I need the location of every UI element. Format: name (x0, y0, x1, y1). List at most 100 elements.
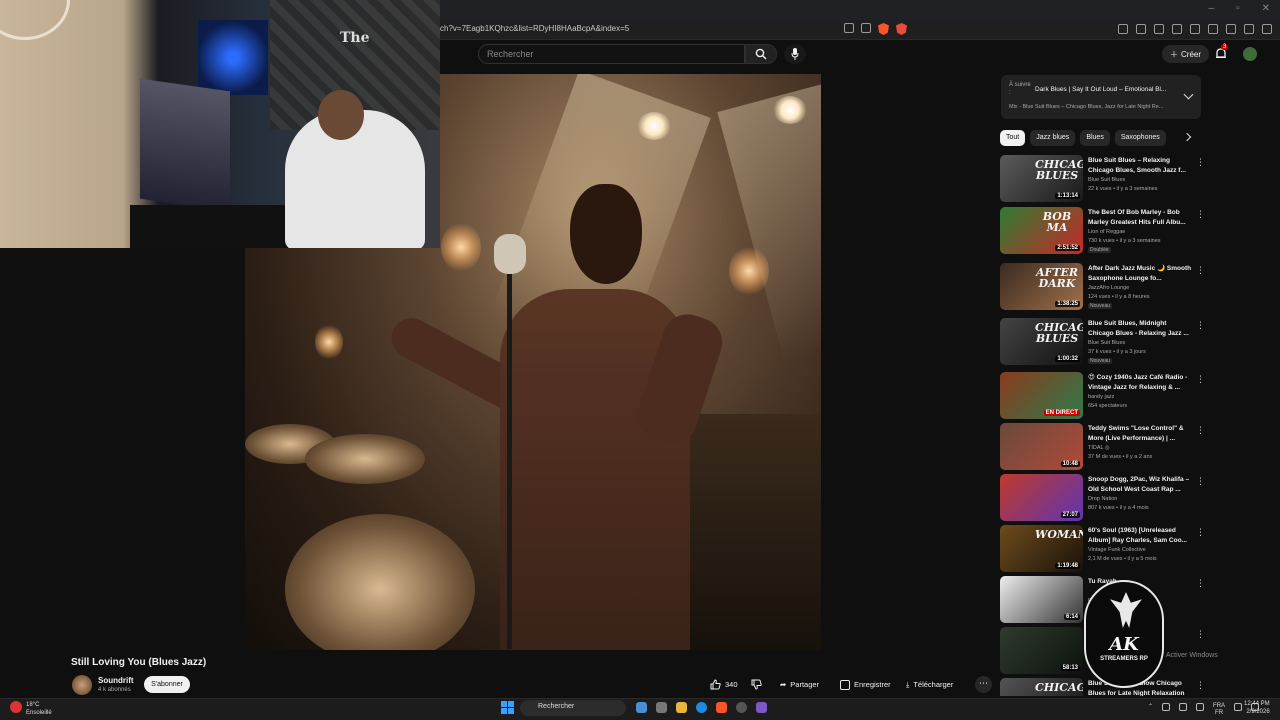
extension-icon[interactable] (1118, 24, 1128, 34)
chip-saxophones[interactable]: Saxophones (1114, 130, 1166, 146)
more-vert-icon[interactable]: ⋮ (1196, 374, 1205, 385)
address-bar[interactable]: ch?v=7Eagb1KQhzc&list=RDyHI8HAaBcpA&inde… (440, 20, 1280, 40)
video-thumbnail[interactable]: CHICAGO (1000, 678, 1083, 696)
obs-icon[interactable] (736, 702, 747, 713)
more-vert-icon[interactable]: ⋮ (1196, 629, 1205, 640)
recommendation-item[interactable]: 27:07 Snoop Dogg, 2Pac, Wiz Khalifa – Old… (1000, 474, 1205, 522)
shield-icon[interactable] (1244, 24, 1254, 34)
minimize-icon[interactable]: – (1209, 3, 1215, 14)
more-vert-icon[interactable]: ⋮ (1196, 209, 1205, 220)
video-thumbnail[interactable]: 6:14 (1000, 576, 1083, 623)
recommendation-item[interactable]: CHICAGO BLUES 1:13:14 Blue Suit Blues – Re… (1000, 155, 1205, 203)
clock[interactable]: 12:44 PM 2/9/2026 (1244, 700, 1270, 716)
maximize-icon[interactable]: ▫ (1236, 3, 1240, 14)
tab-icon[interactable] (1190, 24, 1200, 34)
recommendation-title[interactable]: 😍 Cozy 1940s Jazz Café Radio - Vintage J… (1088, 373, 1192, 393)
like-button[interactable]: 340 (710, 676, 738, 693)
sidebar-icon[interactable] (1172, 24, 1182, 34)
weather-widget[interactable]: 18°C Ensoleillé (26, 701, 52, 717)
search-button[interactable] (745, 44, 777, 64)
more-vert-icon[interactable]: ⋮ (1196, 265, 1205, 276)
video-thumbnail[interactable]: BOB MA 2:51:52 (1000, 207, 1083, 254)
tray-app-icon[interactable] (1162, 703, 1171, 711)
chip-jazz-blues[interactable]: Jazz blues (1030, 130, 1076, 146)
more-actions-button[interactable]: ⋯ (975, 676, 992, 693)
search-input[interactable]: Rechercher (478, 44, 745, 64)
more-vert-icon[interactable]: ⋮ (1196, 476, 1205, 487)
recommendation-channel[interactable]: Blue Suit Blues (1088, 177, 1125, 183)
recommendation-channel[interactable]: TIDAL ◎ (1088, 445, 1110, 451)
recommendation-title[interactable]: Blue Suit Blues – Relaxing Chicago Blues… (1088, 156, 1192, 176)
more-vert-icon[interactable]: ⋮ (1196, 320, 1205, 331)
account-avatar[interactable] (1243, 47, 1257, 61)
more-vert-icon[interactable]: ⋮ (1196, 527, 1205, 538)
video-thumbnail[interactable]: 10:48 (1000, 423, 1083, 470)
video-thumbnail[interactable]: EN DIRECT (1000, 372, 1083, 419)
recommendation-item[interactable]: AFTER DARK 1:38:25 After Dark Jazz Music 🌙… (1000, 263, 1205, 311)
recommendation-title[interactable]: After Dark Jazz Music 🌙 Smooth Saxophone… (1088, 264, 1192, 284)
taskbar-search[interactable]: Rechercher (520, 700, 626, 716)
recommendation-title[interactable]: Snoop Dogg, 2Pac, Wiz Khalifa – Old Scho… (1088, 475, 1192, 495)
chevron-right-icon[interactable] (1182, 132, 1192, 142)
brave-icon[interactable] (716, 702, 727, 713)
dislike-button[interactable] (751, 676, 762, 693)
channel-avatar[interactable] (72, 675, 92, 695)
more-vert-icon[interactable]: ⋮ (1196, 680, 1205, 691)
wallet-icon[interactable] (1208, 24, 1218, 34)
task-view-icon[interactable] (656, 702, 667, 713)
voice-search-button[interactable] (784, 44, 806, 64)
discord-icon[interactable] (756, 702, 767, 713)
brave-shields-icon[interactable] (878, 23, 889, 35)
chip-all[interactable]: Tout (1000, 130, 1026, 146)
language-indicator[interactable]: FRA FR (1213, 703, 1225, 717)
url-text[interactable]: ch?v=7Eagb1KQhzc&list=RDyHI8HAaBcpA&inde… (440, 24, 629, 33)
save-button[interactable]: Enregistrer (840, 676, 891, 693)
recommendation-item[interactable]: WOMAN 1:19:48 60's Soul (1963) [Unreleased… (1000, 525, 1205, 573)
chip-blues[interactable]: Blues (1080, 130, 1110, 146)
extension-icon[interactable] (1136, 24, 1146, 34)
recommendation-item[interactable]: 10:48 Teddy Swims "Lose Control" & More (… (1000, 423, 1205, 471)
recommendation-channel[interactable]: Lion of Reggae (1088, 229, 1125, 235)
recommendation-channel[interactable]: Vintage Funk Collective (1088, 547, 1146, 553)
tray-app-icon[interactable] (1179, 703, 1188, 711)
recommendation-title[interactable]: 60's Soul (1963) [Unreleased Album] Ray … (1088, 526, 1192, 546)
video-thumbnail[interactable]: 58:13 (1000, 627, 1083, 674)
menu-icon[interactable] (1262, 24, 1272, 34)
brave-rewards-icon[interactable] (896, 23, 907, 35)
recommendation-channel[interactable]: Blue Suit Blues (1088, 340, 1125, 346)
recommendation-item[interactable]: CHICAGO BLUES 1:00:32 Blue Suit Blues, Mid… (1000, 318, 1205, 366)
more-vert-icon[interactable]: ⋮ (1196, 157, 1205, 168)
video-thumbnail[interactable]: 27:07 (1000, 474, 1083, 521)
recommendation-channel[interactable]: JazzAfro Lounge (1088, 285, 1129, 291)
recommendation-title[interactable]: The Best Of Bob Marley - Bob Marley Grea… (1088, 208, 1192, 228)
recommendation-item[interactable]: BOB MA 2:51:52 The Best Of Bob Marley - Bo… (1000, 207, 1205, 255)
chevron-down-icon[interactable] (1183, 89, 1194, 100)
video-thumbnail[interactable]: WOMAN 1:19:48 (1000, 525, 1083, 572)
create-button[interactable]: ＋ Créer (1162, 45, 1210, 63)
more-vert-icon[interactable]: ⋮ (1196, 578, 1205, 589)
recommendation-channel[interactable]: Drop Nation (1088, 496, 1117, 502)
windows-start-button[interactable] (501, 701, 514, 714)
playlist-panel[interactable]: À suivre : Dark Blues | Say It Out Loud … (1001, 75, 1201, 119)
video-thumbnail[interactable]: AFTER DARK 1:38:25 (1000, 263, 1083, 310)
share-icon[interactable] (861, 23, 871, 33)
subscribe-button[interactable]: S'abonner (144, 676, 190, 693)
video-thumbnail[interactable]: CHICAGO BLUES 1:00:32 (1000, 318, 1083, 365)
install-app-icon[interactable] (844, 23, 854, 33)
recommendation-title[interactable]: Teddy Swims "Lose Control" & More (Live … (1088, 424, 1192, 444)
recommendation-channel[interactable]: barely jazz (1088, 394, 1114, 400)
download-button[interactable]: ⤓ Télécharger (906, 676, 953, 693)
share-button[interactable]: ➦ Partager (780, 676, 819, 693)
close-icon[interactable]: ✕ (1262, 3, 1270, 14)
channel-name[interactable]: Soundrift (98, 676, 134, 685)
file-explorer-icon[interactable] (676, 702, 687, 713)
weather-icon[interactable] (10, 701, 22, 713)
edge-icon[interactable] (696, 702, 707, 713)
tray-app-icon[interactable] (1196, 703, 1205, 711)
more-vert-icon[interactable]: ⋮ (1196, 425, 1205, 436)
media-icon[interactable] (1154, 24, 1164, 34)
network-icon[interactable] (1234, 703, 1243, 711)
recommendation-item[interactable]: EN DIRECT 😍 Cozy 1940s Jazz Café Radio - … (1000, 372, 1205, 420)
leo-icon[interactable] (1226, 24, 1236, 34)
recommendation-title[interactable]: Blue Suit Blues, Midnight Chicago Blues … (1088, 319, 1192, 339)
